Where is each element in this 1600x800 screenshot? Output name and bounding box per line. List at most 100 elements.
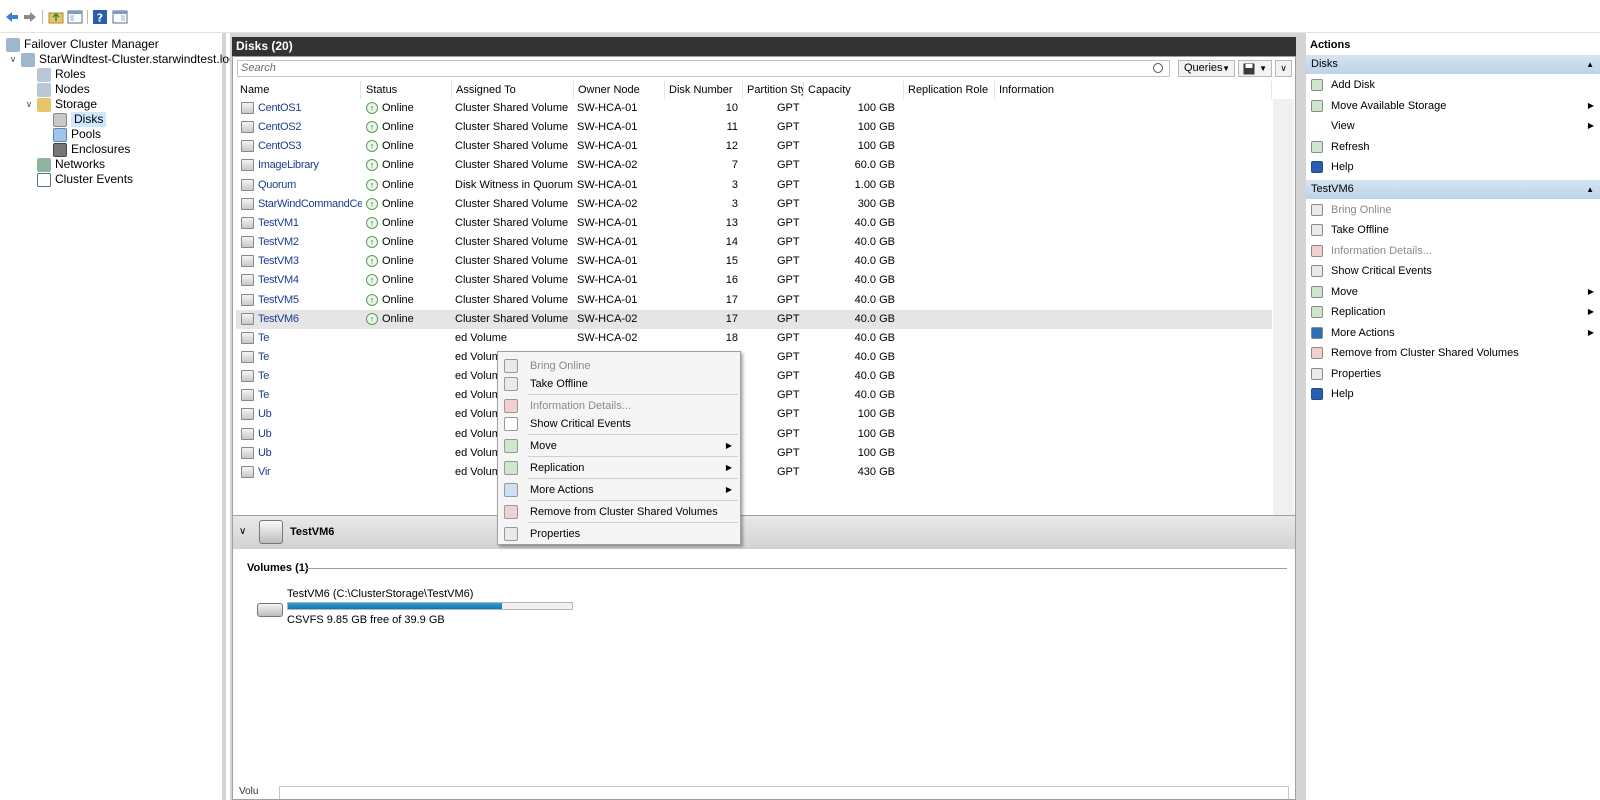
column-header[interactable]: Capacity: [804, 81, 904, 99]
show-hide-action-pane-icon[interactable]: [112, 9, 128, 25]
context-menu-item[interactable]: Replication ▶: [498, 458, 740, 478]
queries-button[interactable]: Queries ▼: [1178, 60, 1235, 77]
column-header[interactable]: Partition Style: [743, 81, 804, 99]
tree-item-enclosures[interactable]: Enclosures: [53, 142, 130, 157]
table-row[interactable]: TestVM6 ↑ Online Cluster Shared Volume SW-HC…: [236, 309, 1272, 329]
context-menu-item[interactable]: Properties: [498, 524, 740, 544]
context-menu-item[interactable]: More Actions ▶: [498, 480, 740, 500]
action-item[interactable]: View ▶: [1306, 116, 1600, 136]
table-row[interactable]: Ubed VolumeSW-HCA-019GPT100 GB: [236, 405, 1272, 424]
context-menu-item[interactable]: Take Offline: [498, 374, 740, 394]
table-row[interactable]: StarWindCommandCenter ↑ Online Cluster Shar…: [236, 195, 1272, 214]
search-icon[interactable]: [1153, 63, 1163, 73]
tree-item-networks[interactable]: Networks: [37, 157, 105, 172]
tree-item-cluster[interactable]: ∨ StarWindtest-Cluster.starwindtest.loca…: [8, 52, 244, 67]
table-row[interactable]: Teed VolumeSW-HCA-0220GPT40.0 GB: [236, 367, 1272, 386]
chevron-down-icon[interactable]: ∨: [8, 52, 18, 67]
collapse-caret-icon[interactable]: ▲: [1586, 180, 1594, 199]
more-actions-icon: [1311, 326, 1323, 339]
table-row[interactable]: TestVM1 ↑ Online Cluster Shared Volume SW-HC…: [236, 214, 1272, 233]
disk-number: 17: [725, 312, 738, 325]
table-row[interactable]: CentOS3 ↑ Online Cluster Shared Volume SW-HC…: [236, 137, 1272, 156]
disk-number: 12: [725, 140, 738, 153]
context-menu-item[interactable]: Move ▶: [498, 436, 740, 456]
table-row[interactable]: CentOS1 ↑ Online Cluster Shared Volume SW-HC…: [236, 99, 1272, 118]
properties-icon: [504, 527, 518, 541]
disk-number: 14: [725, 236, 738, 249]
owner-node: SW-HCA-02: [577, 197, 638, 210]
action-item[interactable]: Move Available Storage ▶: [1306, 96, 1600, 116]
disk-name: Te: [258, 389, 270, 402]
action-item[interactable]: Properties: [1306, 364, 1600, 384]
tree-item-roles[interactable]: Roles: [37, 67, 86, 82]
table-row[interactable]: TestVM2 ↑ Online Cluster Shared Volume SW-HC…: [236, 233, 1272, 252]
table-row[interactable]: Te ed Volume SW-HCA-02 18 GPT 40.0 GB: [236, 329, 1272, 348]
action-item[interactable]: Help: [1306, 157, 1600, 177]
owner-node: SW-HCA-01: [577, 102, 638, 114]
table-row[interactable]: Ubed VolumeSW-HCA-016GPT100 GB: [236, 425, 1272, 444]
table-row[interactable]: Teed VolumeSW-HCA-0219GPT40.0 GB: [236, 348, 1272, 367]
tree-item-nodes[interactable]: Nodes: [37, 82, 90, 97]
table-row[interactable]: Teed VolumeSW-HCA-0221GPT40.0 GB: [236, 386, 1272, 405]
action-item[interactable]: Help: [1306, 384, 1600, 404]
section-title: Disks: [1311, 58, 1338, 70]
context-menu-item[interactable]: Remove from Cluster Shared Volumes: [498, 502, 740, 522]
disk-name: Vir: [258, 465, 271, 478]
status-text: Online: [382, 216, 414, 229]
tree-item-cluster-events[interactable]: Cluster Events: [37, 172, 133, 187]
enclosures-icon: [53, 142, 67, 157]
column-header[interactable]: Assigned To: [452, 81, 574, 99]
column-header[interactable]: Information: [995, 81, 1272, 99]
actions-section-header[interactable]: TestVM6 ▲: [1306, 179, 1600, 199]
action-item[interactable]: Move ▶: [1306, 282, 1600, 302]
table-row[interactable]: TestVM3 ↑ Online Cluster Shared Volume SW-HC…: [236, 252, 1272, 271]
action-item[interactable]: Remove from Cluster Shared Volumes: [1306, 343, 1600, 363]
disk-icon: [241, 178, 254, 191]
tree-item-storage[interactable]: ∨ Storage: [24, 97, 97, 112]
collapse-caret-icon[interactable]: ▲: [1586, 55, 1594, 74]
action-item[interactable]: Show Critical Events: [1306, 261, 1600, 281]
collapse-search-button[interactable]: ∨: [1275, 60, 1292, 77]
table-row[interactable]: TestVM4 ↑ Online Cluster Shared Volume SW-HC…: [236, 271, 1272, 290]
table-row[interactable]: Vired VolumeSW-HCA-024GPT430 GB: [236, 463, 1272, 482]
column-header[interactable]: Replication Role: [904, 81, 995, 99]
column-header[interactable]: Disk Number: [665, 81, 743, 99]
submenu-arrow-icon: ▶: [1587, 327, 1594, 337]
context-menu-item[interactable]: Show Critical Events: [498, 414, 740, 434]
chevron-down-icon[interactable]: ∨: [24, 97, 34, 112]
table-row[interactable]: ImageLibrary ↑ Online Cluster Shared Volume…: [236, 156, 1272, 175]
action-label: Move Available Storage: [1331, 99, 1447, 112]
partition-style: GPT: [777, 121, 800, 134]
assigned-to: ed Volume: [455, 331, 507, 344]
context-menu-item: Bring Online: [498, 356, 740, 376]
show-hide-console-tree-icon[interactable]: [67, 9, 83, 25]
owner-node: SW-HCA-01: [577, 216, 638, 229]
table-row[interactable]: Quorum ↑ Online Disk Witness in Quorum SW-HC…: [236, 176, 1272, 195]
back-arrow-icon[interactable]: [4, 9, 20, 25]
column-header[interactable]: Owner Node: [574, 81, 665, 99]
column-header[interactable]: Status: [362, 81, 452, 99]
table-row[interactable]: CentOS2 ↑ Online Cluster Shared Volume SW-HC…: [236, 118, 1272, 137]
forward-arrow-icon[interactable]: [22, 9, 38, 25]
action-item[interactable]: Add Disk: [1306, 75, 1600, 95]
menu-separator: [528, 500, 738, 501]
volume-name[interactable]: TestVM6 (C:\ClusterStorage\TestVM6): [287, 588, 473, 600]
action-item[interactable]: Take Offline: [1306, 220, 1600, 240]
action-item[interactable]: Refresh: [1306, 137, 1600, 157]
help-icon[interactable]: ?: [92, 9, 108, 25]
search-input[interactable]: Search: [237, 60, 1170, 77]
actions-section-header[interactable]: Disks ▲: [1306, 55, 1600, 74]
up-folder-icon[interactable]: [48, 9, 64, 25]
column-header[interactable]: Name: [236, 81, 361, 99]
table-row[interactable]: TestVM5 ↑ Online Cluster Shared Volume SW-HC…: [236, 291, 1272, 310]
tree-item-disks[interactable]: Disks: [53, 112, 107, 127]
chevron-down-icon[interactable]: ∨: [239, 526, 246, 537]
tree-item-pools[interactable]: Pools: [53, 127, 101, 142]
list-scrollbar[interactable]: [1273, 99, 1294, 527]
action-item[interactable]: Replication ▶: [1306, 302, 1600, 322]
tree-item-failover-cluster-manager[interactable]: Failover Cluster Manager: [6, 37, 159, 52]
tab-volumes[interactable]: Volu: [239, 786, 258, 797]
table-row[interactable]: Ubed VolumeSW-HCA-017GPT100 GB: [236, 444, 1272, 463]
save-query-button[interactable]: ▼: [1238, 60, 1272, 77]
action-item[interactable]: More Actions ▶: [1306, 323, 1600, 343]
